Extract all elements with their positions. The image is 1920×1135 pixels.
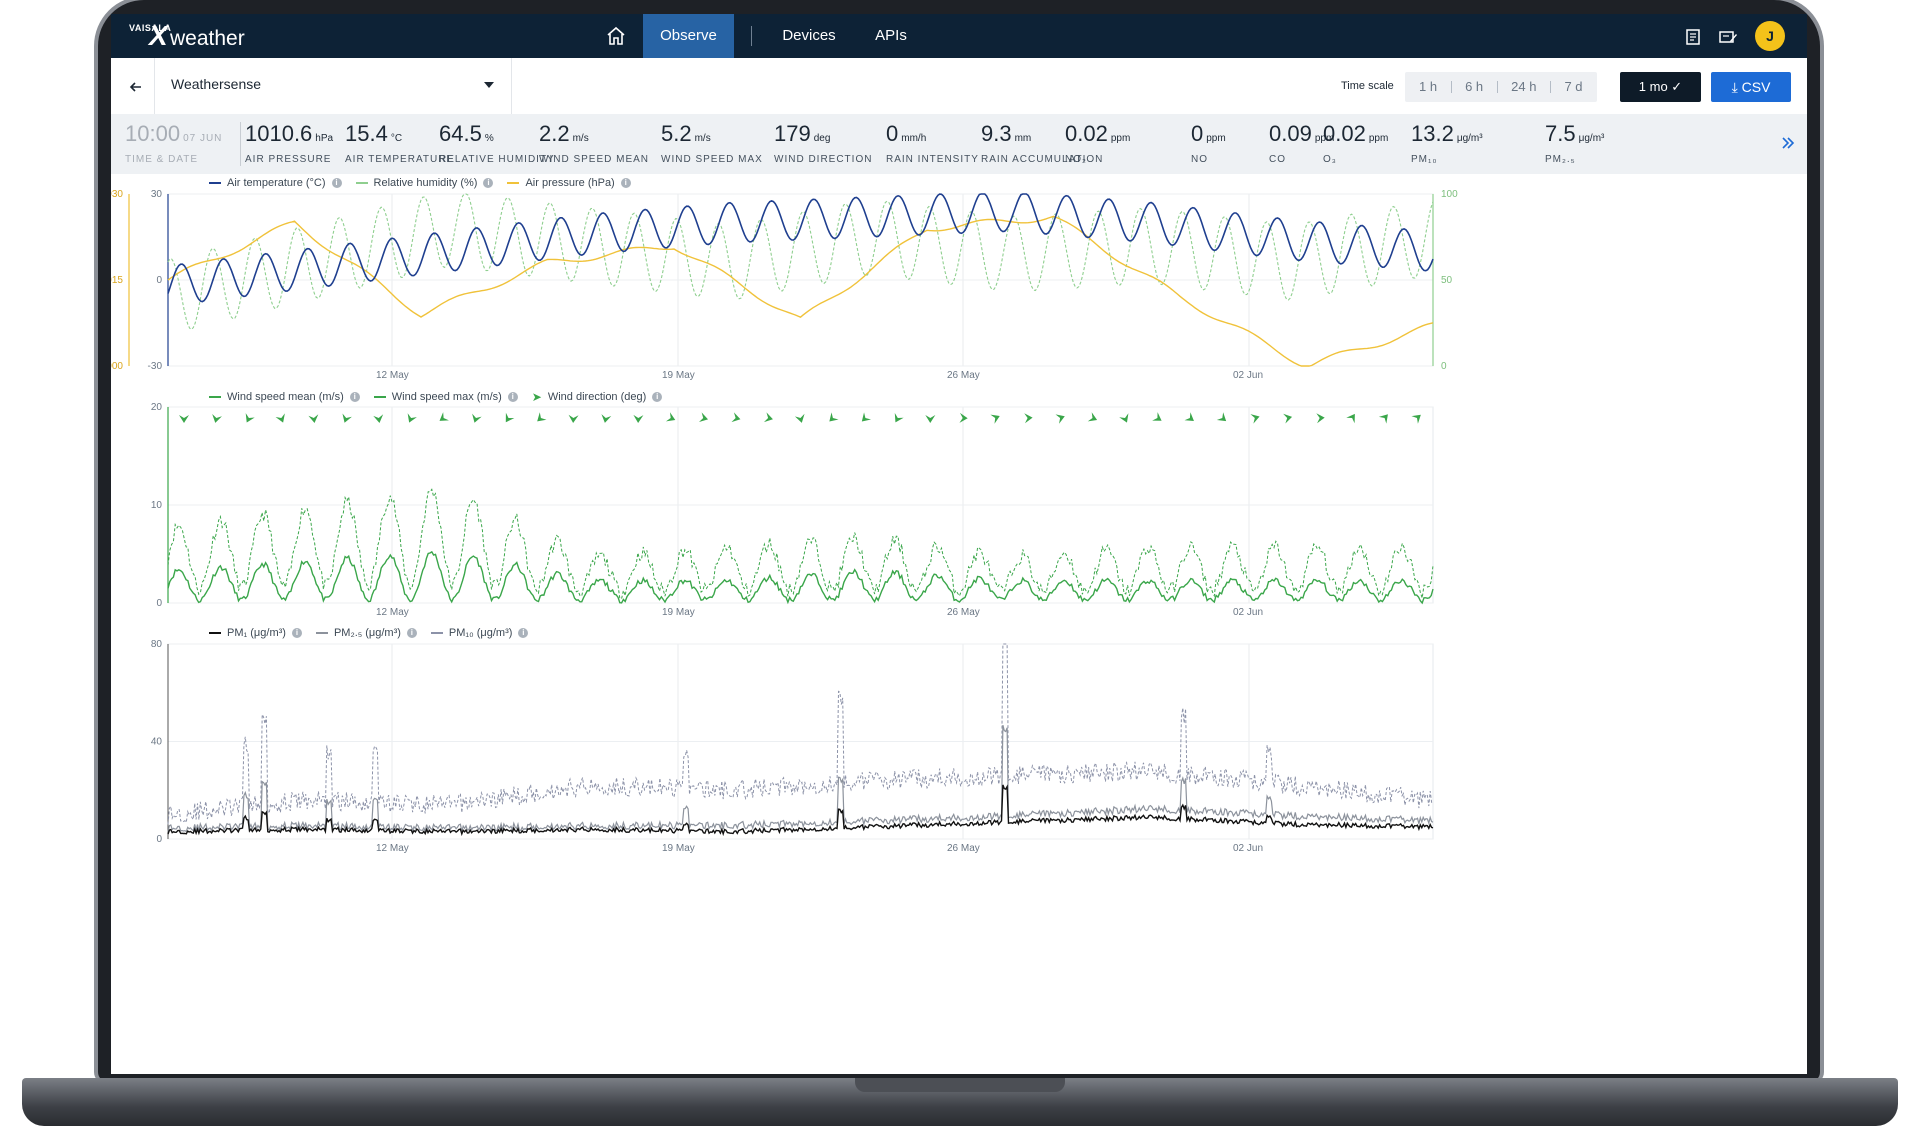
chart2-x-tick: 26 May: [947, 607, 980, 618]
chart1-x-tick: 02 Jun: [1233, 370, 1263, 381]
chart2-y-tick: 0: [156, 598, 162, 609]
chart1-x-tick: 12 May: [376, 370, 409, 381]
chart2-x-tick: 19 May: [662, 607, 695, 618]
laptop-notch: [855, 1078, 1065, 1092]
chart1-x-tick: 26 May: [947, 370, 980, 381]
chart2-x-tick: 02 Jun: [1233, 607, 1263, 618]
app-screen: VAISALA X weather Observe Devices APIs J: [111, 14, 1807, 1074]
chart2-x-tick: 12 May: [376, 607, 409, 618]
chart1-humidity-tick: 50: [1441, 275, 1453, 286]
chart3-y-tick: 40: [151, 737, 163, 748]
chart3-y-tick: 0: [156, 834, 162, 845]
chart1-x-tick: 19 May: [662, 370, 695, 381]
chart3-x-tick: 02 Jun: [1233, 843, 1263, 854]
chart3-y-tick: 80: [151, 639, 163, 650]
chart1-humidity-tick: 100: [1441, 189, 1458, 200]
chart1-pressure-tick: 1030: [111, 189, 123, 200]
chart1-y-tick: 0: [156, 275, 162, 286]
chart1-y-tick: 30: [151, 189, 163, 200]
chart2-y-tick: 10: [151, 500, 163, 511]
chart1-humidity-tick: 0: [1441, 361, 1447, 372]
chart3-x-tick: 12 May: [376, 843, 409, 854]
chart1-pressure-tick: 1015: [111, 275, 123, 286]
chart1-pressure-tick: 1000: [111, 361, 123, 372]
chart3-x-tick: 19 May: [662, 843, 695, 854]
chart1-y-tick: -30: [148, 361, 163, 372]
chart2-y-tick: 20: [151, 402, 163, 413]
chart3-x-tick: 26 May: [947, 843, 980, 854]
charts-canvas: 12 May 19 May 26 May 02 Jun 30 0 -30 1030 1015 10…: [111, 189, 1458, 854]
